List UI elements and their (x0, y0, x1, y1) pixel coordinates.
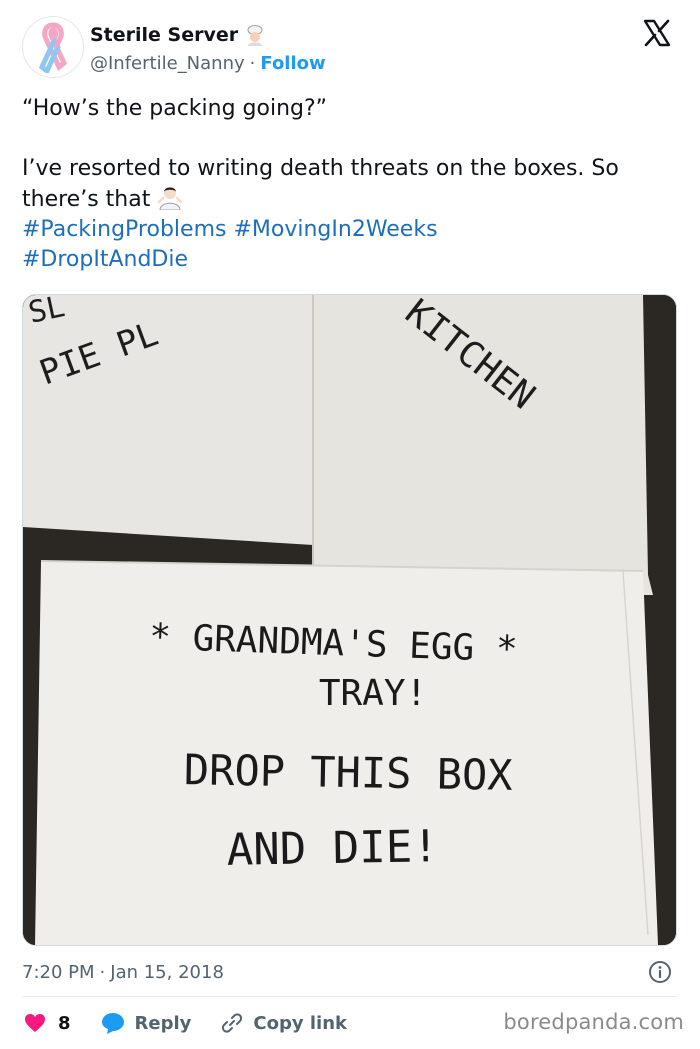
tweet-header: Sterile Server @Infertile_Nanny · Follow (22, 14, 682, 82)
box-label-line3: DROP THIS BOX (183, 745, 513, 800)
hashtag-packingproblems[interactable]: #PackingProblems (22, 217, 226, 242)
tweet-body: “How’s the packing going?” I’ve resorted… (22, 94, 682, 275)
box-label-line2: TRAY! (319, 673, 427, 714)
link-icon (222, 1013, 243, 1033)
tweet-timestamp: 7:20 PM · Jan 15, 2018 (22, 958, 678, 986)
hashtag-movingin2weeks[interactable]: #MovingIn2Weeks (233, 217, 437, 242)
tweet-date[interactable]: Jan 15, 2018 (110, 962, 224, 983)
tweet-actions: 8 Reply Copy link (24, 1008, 377, 1038)
watermark: boredpanda.com (503, 1010, 684, 1034)
author-handle[interactable]: @Infertile_Nanny (90, 53, 245, 74)
copy-link-label: Copy link (253, 1012, 347, 1034)
boxes-photo: SL PIE PL KITCHEN * GRANDMA'S EGG * TRAY… (23, 295, 676, 945)
info-icon[interactable] (648, 960, 672, 984)
handle-separator: · (249, 52, 256, 74)
person-shrugging-emoji-icon (158, 187, 183, 211)
display-name[interactable]: Sterile Server (90, 24, 238, 46)
awareness-ribbon-icon (38, 22, 68, 73)
divider (22, 996, 678, 997)
reply-bubble-icon (101, 1013, 124, 1034)
time-separator: · (99, 961, 106, 983)
x-logo-icon[interactable] (642, 18, 672, 48)
like-button[interactable]: 8 (24, 1013, 71, 1034)
copy-link-button[interactable]: Copy link (221, 1012, 347, 1034)
tweet-time[interactable]: 7:20 PM (22, 962, 95, 983)
avatar[interactable] (22, 16, 84, 78)
tweet-text: “How’s the packing going?” I’ve resorted… (22, 96, 619, 212)
box-label-line4: AND DIE! (226, 821, 439, 876)
tweet-photo[interactable]: SL PIE PL KITCHEN * GRANDMA'S EGG * TRAY… (22, 294, 677, 946)
reply-label: Reply (134, 1012, 192, 1034)
heart-icon (25, 1014, 45, 1032)
chef-emoji-icon (247, 25, 263, 46)
hashtag-list: #PackingProblems #MovingIn2Weeks #DropIt… (22, 215, 682, 275)
follow-button[interactable]: Follow (260, 53, 325, 74)
like-count: 8 (58, 1012, 71, 1034)
reply-button[interactable]: Reply (101, 1012, 192, 1034)
hashtag-dropitanddie[interactable]: #DropItAndDie (22, 247, 188, 272)
